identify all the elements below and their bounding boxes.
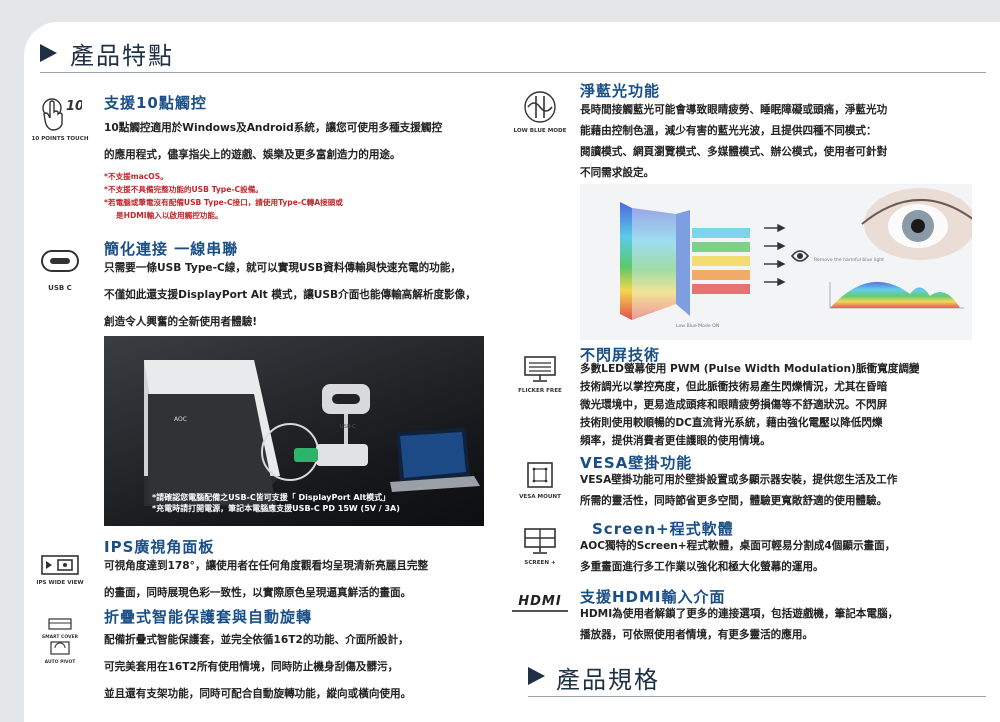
- lowblue-line: 長時間接觸藍光可能會導致眼睛疲勞、睡眠障礙或頭痛，淨藍光功: [580, 104, 888, 116]
- lowblue-line: 不同需求設定。: [580, 167, 655, 179]
- touch-line: 的應用程式，儘享指尖上的遊戲、娛樂及更多富創造力的用途。: [104, 149, 401, 161]
- screen-plus-split-icon: [524, 528, 556, 554]
- usbc-icon-caption: USB C: [48, 284, 72, 292]
- hdmi-line: 播放器，可依照使用者情境，有更多靈活的應用。: [580, 629, 814, 641]
- flicker-icon-block: FLICKER FREE: [504, 354, 576, 394]
- usbc-image-note: *充電時請打開電源，筆記本電腦應支援USB-C PD 15W (5V / 3A): [152, 504, 400, 513]
- screenplus-icon-block: SCREEN +: [504, 526, 576, 566]
- flicker-line: 多數LED螢幕使用 PWM (Pulse Width Modulation)脈衝…: [580, 363, 920, 375]
- usbc-product-image: AOC USB-C *請確認您電腦配備之USB-C皆可支援「 DisplayPo…: [104, 336, 484, 526]
- hdmi-icon-block: HDMI: [504, 594, 576, 612]
- wide-view-icon: [41, 555, 79, 575]
- flicker-icon-caption: FLICKER FREE: [518, 388, 562, 394]
- specs-heading: 產品規格: [556, 666, 660, 694]
- touch-line: 10點觸控適用於Windows及Android系統，讓您可使用多種支援觸控: [104, 122, 443, 134]
- flicker-line: 技術調光以掌控亮度，但此脈衝技術易產生閃爍情況，尤其在昏暗: [580, 381, 888, 393]
- hdmi-logo-icon: HDMI: [518, 594, 562, 609]
- touch-note: *不支援macOS。: [104, 172, 168, 181]
- flicker-desc: 多數LED螢幕使用 PWM (Pulse Width Modulation)脈衝…: [580, 360, 920, 450]
- lowblue-image-caption: Remove the harmful blue light: [814, 258, 884, 263]
- page-card: 產品特點 10 10 POINTS TOUCH 支援10點觸控 10點觸控適用於…: [24, 22, 1000, 722]
- ips-desc: 可視角度達到178°，讓使用者在任何角度觀看均呈現清新亮麗且完整 的畫面，同時展…: [104, 556, 428, 604]
- ips-title: IPS廣視角面板: [104, 538, 215, 556]
- smart-cover-icon: [48, 618, 72, 630]
- lowblue-desc: 長時間接觸藍光可能會導致眼睛疲勞、睡眠障礙或頭痛，淨藍光功 能藉由控制色溫，減少…: [580, 100, 887, 184]
- ips-line: 可視角度達到178°，讓使用者在任何角度觀看均呈現清新亮麗且完整: [104, 560, 429, 572]
- usbc-image-brand: AOC: [174, 416, 187, 423]
- hdmi-line: HDMI為使用者解鎖了更多的連接選項，包括遊戲機，筆記本電腦，: [580, 608, 899, 620]
- blue-light-filter-illustration: [620, 188, 972, 320]
- flicker-line: 技術則使用較順暢的DC直流背光系統，藉由強化電壓以降低閃爍: [580, 417, 883, 429]
- touch-number: 10: [66, 99, 82, 114]
- lowblue-icon-caption: LOW BLUE MODE: [513, 128, 567, 134]
- vesa-line: VESA壁掛功能可用於壁掛設置或多顯示器安裝，提供您生活及工作: [580, 474, 898, 486]
- smartcover-desc: 配備折疊式智能保護套，並完全依循16T2的功能、介面所設計， 可完美套用在16T…: [104, 630, 411, 705]
- usbc-image-notes: *請確認您電腦配備之USB-C皆可支援「 DisplayPort Alt模式」 …: [152, 492, 400, 514]
- usbc-port-icon: [41, 250, 79, 272]
- usbc-title: 簡化連接 一線串聯: [104, 240, 239, 258]
- lowblue-image: Remove the harmful blue light Low Blue M…: [580, 184, 972, 340]
- features-heading: 產品特點: [70, 42, 174, 70]
- lowblue-line: 能藉由控制色溫，減少有害的藍光光波，且提供四種不同模式：: [580, 125, 877, 137]
- vesa-mount-icon: [527, 462, 553, 488]
- arrow-icon: [764, 223, 786, 287]
- touch-notes: *不支援macOS。 *不支援不具備完整功能的USB Type-C設備。 *若電…: [104, 170, 343, 222]
- flicker-line: 頻率，提供消費者更佳護眼的使用情境。: [580, 435, 771, 447]
- autopivot-icon-caption: AUTO PIVOT: [44, 660, 76, 665]
- smartcover-line: 並且還有支架功能，同時可配合自動旋轉功能，縱向或橫向使用。: [104, 688, 412, 700]
- touch-note: 是HDMI輸入以啟用觸控功能。: [116, 211, 223, 220]
- usbc-line: 不僅如此還支援DisplayPort Alt 模式，讓USB介面也能傳輸高解析度…: [104, 289, 476, 301]
- vesa-icon-caption: VESA MOUNT: [519, 494, 561, 500]
- touch-title: 支援10點觸控: [104, 94, 207, 112]
- usbc-line: 只需要一條USB Type-C線，就可以實現USB資料傳輸與快速充電的功能，: [104, 262, 461, 274]
- usbc-desc: 只需要一條USB Type-C線，就可以實現USB資料傳輸與快速充電的功能， 不…: [104, 258, 476, 333]
- lowblue-icon-block: LOW BLUE MODE: [504, 90, 576, 134]
- section-arrow-icon: [40, 44, 57, 62]
- lowblue-line: 閱讀模式、網頁瀏覽模式、多媒體模式、辦公模式，使用者可針對: [580, 146, 888, 158]
- touch-note: *若電腦或筆電沒有配備USB Type-C接口，請使用Type-C轉A接頭或: [104, 198, 343, 207]
- smartcover-title: 折疊式智能保護套與自動旋轉: [104, 608, 313, 626]
- screenplus-desc: AOC獨特的Screen+程式軟體，桌面可輕易分割成4個顯示畫面， 多重畫面進行…: [580, 536, 895, 578]
- ips-icon-caption: IPS WIDE VIEW: [36, 580, 84, 586]
- lowblue-title: 淨藍光功能: [580, 82, 661, 100]
- screenplus-line: 多重畫面進行多工作業以強化和極大化螢幕的運用。: [580, 561, 824, 573]
- touch-note: *不支援不具備完整功能的USB Type-C設備。: [104, 185, 263, 194]
- vesa-icon-block: VESA MOUNT: [504, 460, 576, 500]
- ips-line: 的畫面，同時展現色彩一致性，以實際原色呈現逼真鮮活的畫面。: [104, 587, 412, 599]
- low-blue-icon: [524, 91, 556, 123]
- touch-hand-icon: 10: [42, 98, 84, 131]
- vesa-line: 所需的靈活性，同時節省更多空間，體驗更寬敞舒適的使用體驗。: [580, 495, 888, 507]
- screenplus-line: AOC獨特的Screen+程式軟體，桌面可輕易分割成4個顯示畫面，: [580, 540, 896, 552]
- usbc-image-note: *請確認您電腦配備之USB-C皆可支援「 DisplayPort Alt模式」: [152, 493, 391, 502]
- hdmi-desc: HDMI為使用者解鎖了更多的連接選項，包括遊戲機，筆記本電腦， 播放器，可依照使…: [580, 604, 898, 646]
- touch-desc: 10點觸控適用於Windows及Android系統，讓您可使用多種支援觸控 的應…: [104, 118, 442, 166]
- hdmi-logo-underline: [512, 610, 568, 612]
- features-divider: [40, 72, 986, 73]
- lowblue-image-mode: Low Blue Mode ON: [676, 324, 720, 329]
- specs-divider: [528, 696, 986, 697]
- vesa-desc: VESA壁掛功能可用於壁掛設置或多顯示器安裝，提供您生活及工作 所需的靈活性，同…: [580, 470, 897, 512]
- section-arrow-icon: [528, 667, 545, 685]
- ips-icon-block: IPS WIDE VIEW: [28, 554, 92, 586]
- flicker-line: 微光環境中，更易造成頭疼和眼睛疲勞損傷等不舒適狀況。不閃屏: [580, 399, 888, 411]
- usbc-image-port: USB-C: [340, 424, 356, 430]
- smartcover-icon-block: SMART COVER AUTO PIVOT: [28, 616, 92, 665]
- touch-icon-caption: 10 POINTS TOUCH: [31, 136, 89, 142]
- touch-icon-block: 10 10 POINTS TOUCH: [28, 96, 92, 142]
- auto-pivot-icon: [50, 641, 70, 655]
- flicker-free-monitor-icon: [524, 356, 556, 382]
- screenplus-icon-caption: SCREEN +: [524, 560, 556, 566]
- smartcover-line: 可完美套用在16T2所有使用情境，同時防止機身刮傷及髒污，: [104, 661, 399, 673]
- smartcover-line: 配備折疊式智能保護套，並完全依循16T2的功能、介面所設計，: [104, 634, 409, 646]
- usbc-line: 創造令人興奮的全新使用者體驗!: [104, 316, 258, 328]
- usbc-icon-block: USB C: [28, 248, 92, 292]
